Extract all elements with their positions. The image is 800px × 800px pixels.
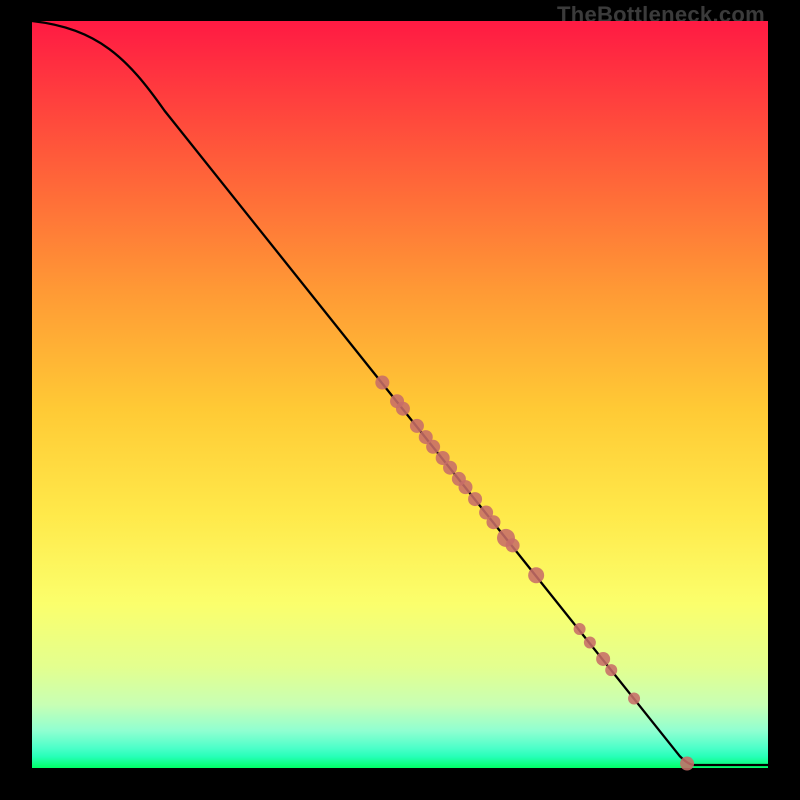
data-point [528,567,544,583]
chart-frame: TheBottleneck.com [0,0,800,800]
curve-line [32,21,768,765]
data-point [596,652,610,666]
data-point [443,461,457,475]
data-point [680,757,694,771]
points-group [375,376,694,771]
data-point [605,664,617,676]
chart-plot-area [32,21,768,768]
data-point [574,623,586,635]
data-point [584,637,596,649]
data-point [506,538,520,552]
data-point [459,480,473,494]
data-point [410,419,424,433]
chart-svg [32,21,768,768]
data-point [486,515,500,529]
data-point [628,693,640,705]
data-point [375,376,389,390]
data-point [396,402,410,416]
data-point [426,440,440,454]
data-point [468,492,482,506]
